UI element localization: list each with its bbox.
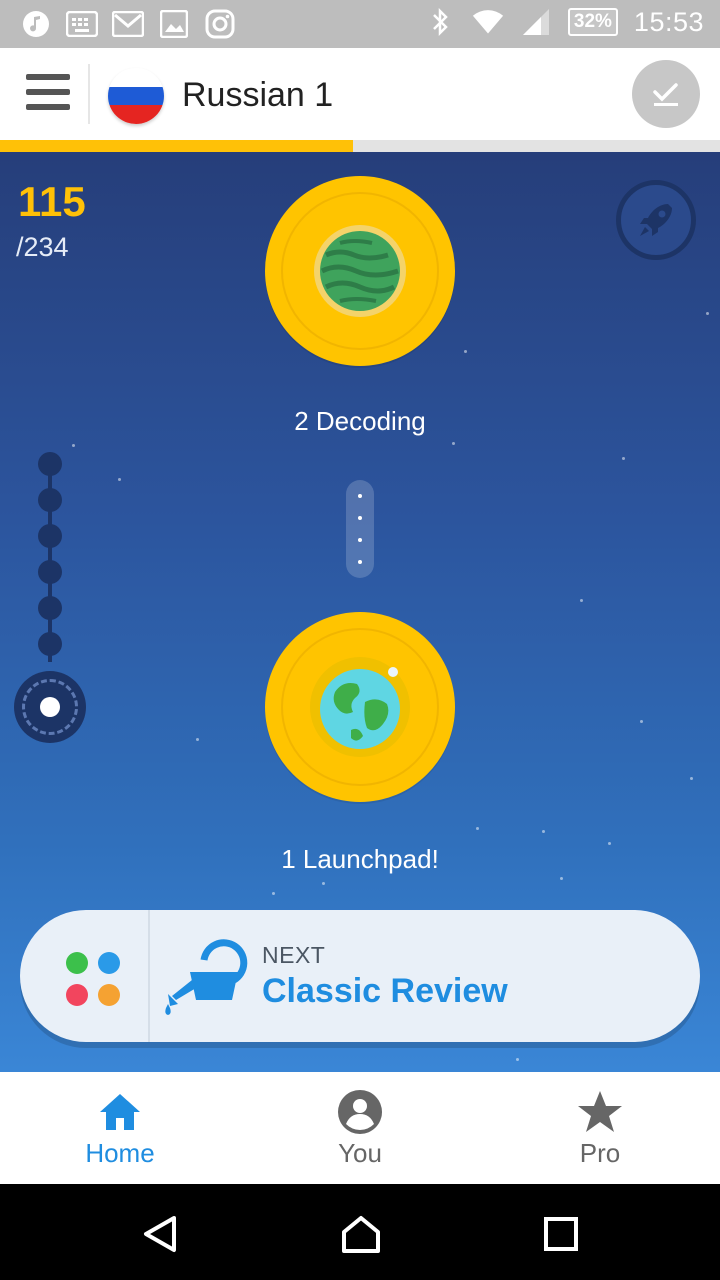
rocket-button[interactable] [616, 180, 696, 260]
course-progress-fill [0, 140, 353, 152]
status-bar: 32% 15:53 [0, 0, 720, 48]
course-progress-bar [0, 140, 720, 152]
nav-you[interactable]: You [240, 1072, 480, 1184]
level-2-coin[interactable] [265, 176, 455, 366]
recents-icon[interactable] [543, 1216, 579, 1252]
gallery-icon [158, 8, 190, 40]
russia-flag-icon[interactable] [108, 68, 164, 124]
signal-icon [520, 6, 552, 38]
next-session-title[interactable]: Classic Review [262, 972, 508, 1011]
points-score: 115 [18, 178, 86, 225]
bottom-navigation: Home You Pro [0, 1072, 720, 1184]
header-divider [88, 64, 90, 124]
level-connector [346, 480, 374, 578]
level-2-label[interactable]: 2 Decoding [0, 406, 720, 437]
path-dot [38, 560, 62, 584]
wifi-icon [472, 6, 504, 38]
instagram-icon [204, 8, 236, 40]
course-title[interactable]: Russian 1 [182, 76, 333, 115]
keyboard-icon [66, 8, 98, 40]
next-session-card[interactable]: NEXT Classic Review [20, 910, 700, 1042]
path-dot [38, 596, 62, 620]
path-dot [38, 524, 62, 548]
music-icon [20, 8, 52, 40]
progress-path [36, 452, 64, 668]
nav-pro[interactable]: Pro [480, 1072, 720, 1184]
rocket-icon [640, 204, 672, 236]
app-header: Russian 1 [0, 48, 720, 140]
nav-home-label: Home [85, 1138, 155, 1168]
star-icon [578, 1091, 622, 1132]
level-1-label[interactable]: 1 Launchpad! [0, 844, 720, 875]
nav-you-label: You [338, 1138, 382, 1168]
level-1-coin[interactable] [265, 612, 455, 802]
profile-icon [338, 1090, 382, 1134]
green-planet-icon [314, 225, 406, 317]
nav-home[interactable]: Home [0, 1072, 240, 1184]
bluetooth-icon [424, 6, 456, 38]
path-dot [38, 488, 62, 512]
session-menu-icon[interactable] [66, 952, 122, 1008]
clock: 15:53 [633, 6, 704, 37]
checkmark-button[interactable] [632, 60, 700, 128]
card-divider [148, 910, 150, 1042]
path-dot [38, 452, 62, 476]
gmail-icon [112, 8, 144, 40]
current-position-marker [14, 671, 86, 743]
hamburger-menu-icon[interactable] [26, 74, 70, 114]
back-icon[interactable] [140, 1214, 180, 1254]
battery-indicator: 32% [567, 8, 618, 36]
level-map[interactable]: 115 /234 2 Decoding 1 Launchpad! NEXT Cl… [0, 152, 720, 1072]
nav-pro-label: Pro [579, 1138, 621, 1168]
points-total: /234 [16, 232, 69, 262]
system-navigation-bar [0, 1184, 720, 1280]
path-dot [38, 632, 62, 656]
home-icon [100, 1094, 140, 1130]
home-outline-icon[interactable] [340, 1214, 382, 1254]
watering-can-icon [165, 939, 248, 1015]
checkmark-icon [653, 83, 678, 106]
next-label: NEXT [262, 942, 326, 968]
earth-icon [310, 657, 410, 757]
